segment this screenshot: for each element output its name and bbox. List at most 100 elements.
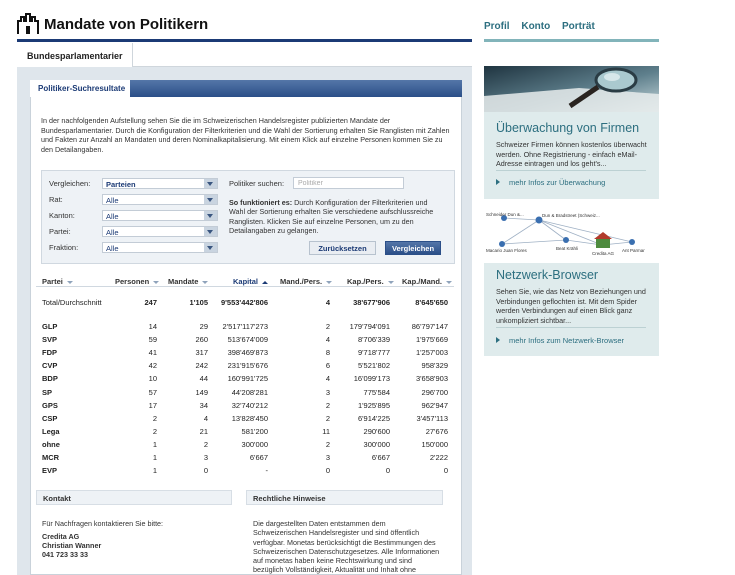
cell-personen: 2 — [152, 426, 157, 436]
th-kap-pers[interactable]: Kap./Pers. — [347, 277, 394, 286]
cell-personen: 1 — [152, 453, 157, 462]
filter-label-vergleichen: Vergleichen: — [49, 179, 91, 188]
column-header-label: Partei — [42, 277, 63, 286]
cell-kap-pers: 8'706'339 — [357, 335, 390, 345]
filter-select-rat[interactable]: Alle — [102, 194, 218, 205]
cell-partei: CVP — [42, 361, 58, 371]
reset-button[interactable]: Zurücksetzen — [309, 241, 376, 255]
filter-select-kanton[interactable]: Alle — [102, 210, 218, 221]
cell-personen: 1 — [152, 466, 157, 476]
cell-kap-mand: 3'457'113 — [416, 413, 448, 423]
monitoring-card: Überwachung von Firmen Schweizer Firmen … — [484, 66, 659, 199]
filter-select-vergleichen[interactable]: Parteien — [102, 178, 218, 189]
cell-partei: Lega — [42, 426, 60, 436]
tab-divider — [133, 66, 472, 67]
sort-icon — [326, 280, 333, 284]
cell-partei: CSP — [42, 413, 58, 423]
chevron-down-icon — [204, 227, 217, 236]
compare-button[interactable]: Vergleichen — [385, 241, 441, 255]
cell-kap-mand: 150'000 — [421, 439, 448, 449]
cell-mand-pers: 4 — [325, 374, 330, 384]
cell-mandate: 44 — [199, 374, 208, 384]
cell-partei: ohne — [42, 439, 60, 449]
network-node-label: Beat Krähli — [556, 246, 578, 251]
cell-partei: Total/Durchschnitt — [42, 298, 102, 307]
cell-kap-mand: 1'257'003 — [415, 348, 448, 358]
politiker-search-input[interactable] — [293, 177, 404, 189]
th-partei[interactable]: Partei — [42, 277, 73, 286]
tab-bundesparlamentarier[interactable]: Bundesparlamentarier — [17, 43, 133, 67]
column-header-label: Kapital — [233, 277, 259, 286]
cell-mand-pers: 6 — [325, 361, 330, 371]
chevron-down-icon — [204, 179, 217, 188]
cell-mand-pers: 3 — [325, 453, 330, 462]
cell-partei: SVP — [42, 335, 58, 345]
cell-mandate: 3 — [203, 453, 208, 462]
filter-select-fraktion[interactable]: Alle — [102, 242, 218, 253]
cell-mandate: 29 — [199, 322, 208, 331]
th-mand-pers[interactable]: Mand./Pers. — [280, 277, 333, 286]
magnifier-image-icon — [484, 66, 659, 112]
nav-profil[interactable]: Profil — [484, 21, 510, 32]
cell-mandate: 317 — [195, 348, 208, 358]
sort-icon — [387, 280, 394, 284]
cell-personen: 59 — [148, 335, 157, 345]
sort-icon — [202, 280, 209, 284]
column-header-label: Kap./Pers. — [347, 277, 384, 286]
cell-mandate: 242 — [195, 361, 208, 371]
select-value: Alle — [106, 212, 119, 221]
nav-portraet[interactable]: Porträt — [562, 21, 595, 32]
monitoring-text: Schweizer Firmen können kostenlos überwa… — [496, 140, 647, 169]
cell-kap-pers: 9'718'777 — [357, 348, 390, 358]
cell-personen: 42 — [148, 361, 157, 371]
header-divider — [17, 39, 472, 42]
network-node-label: Schneider Dun &... — [486, 212, 524, 217]
cell-kap-mand: 296'700 — [421, 387, 448, 397]
cell-mand-pers: 2 — [325, 322, 330, 331]
select-value: Alle — [106, 196, 119, 205]
cell-partei: BDP — [42, 374, 58, 384]
cell-personen: 14 — [148, 322, 157, 331]
nav-konto[interactable]: Konto — [521, 21, 550, 32]
network-node-label: Ant Parmar — [622, 248, 645, 253]
cell-partei: MCR — [42, 453, 60, 462]
cell-mand-pers: 2 — [325, 400, 330, 410]
cell-kap-pers: 300'000 — [363, 439, 390, 449]
cell-kapital: 2'517'117'273 — [222, 322, 268, 331]
cell-kapital: 160'991'725 — [227, 374, 268, 384]
contact-intro: Für Nachfragen kontaktieren Sie bitte: — [42, 519, 164, 528]
monitoring-link[interactable]: mehr Infos zur Überwachung — [496, 178, 605, 187]
cell-mand-pers: 4 — [325, 298, 330, 307]
cell-kap-mand: 958'329 — [421, 361, 448, 371]
chevron-down-icon — [204, 195, 217, 204]
cell-kapital: 44'208'281 — [231, 387, 268, 397]
network-node-label: Dun & Bradstreet (Schweiz... — [542, 213, 600, 218]
search-label: Politiker suchen: — [229, 179, 285, 188]
cell-partei: GPS — [42, 400, 58, 410]
card-divider — [496, 327, 646, 328]
column-header-label: Personen — [115, 277, 150, 286]
th-kap-mand[interactable]: Kap./Mand. — [402, 277, 453, 286]
select-value: Parteien — [106, 180, 136, 189]
th-mandate[interactable]: Mandate — [168, 277, 209, 286]
cell-mandate: 2 — [203, 439, 208, 449]
cell-mandate: 21 — [199, 426, 208, 436]
th-kapital[interactable]: Kapital — [233, 277, 269, 286]
network-text: Sehen Sie, wie das Netz von Beziehungen … — [496, 287, 646, 325]
th-personen[interactable]: Personen — [115, 277, 160, 286]
sort-icon — [66, 280, 73, 284]
site-title: Mandate von Politikern — [44, 16, 209, 33]
cell-mandate: 149 — [195, 387, 208, 397]
cell-personen: 17 — [148, 400, 157, 410]
contact-phone[interactable]: 041 723 33 33 — [42, 550, 88, 559]
cell-kapital: 231'915'676 — [227, 361, 268, 371]
cell-kap-mand: 1'975'669 — [415, 335, 448, 345]
sort-icon — [153, 280, 160, 284]
cell-kap-mand: 86'797'147 — [411, 322, 448, 331]
filter-select-partei[interactable]: Alle — [102, 226, 218, 237]
filter-label-partei: Partei: — [49, 227, 71, 236]
network-link[interactable]: mehr Infos zum Netzwerk-Browser — [496, 336, 624, 345]
tab-politiker-suchresultate[interactable]: Politiker-Suchresultate — [30, 80, 130, 97]
network-title: Netzwerk-Browser — [496, 268, 599, 282]
cell-personen: 2 — [152, 413, 157, 423]
